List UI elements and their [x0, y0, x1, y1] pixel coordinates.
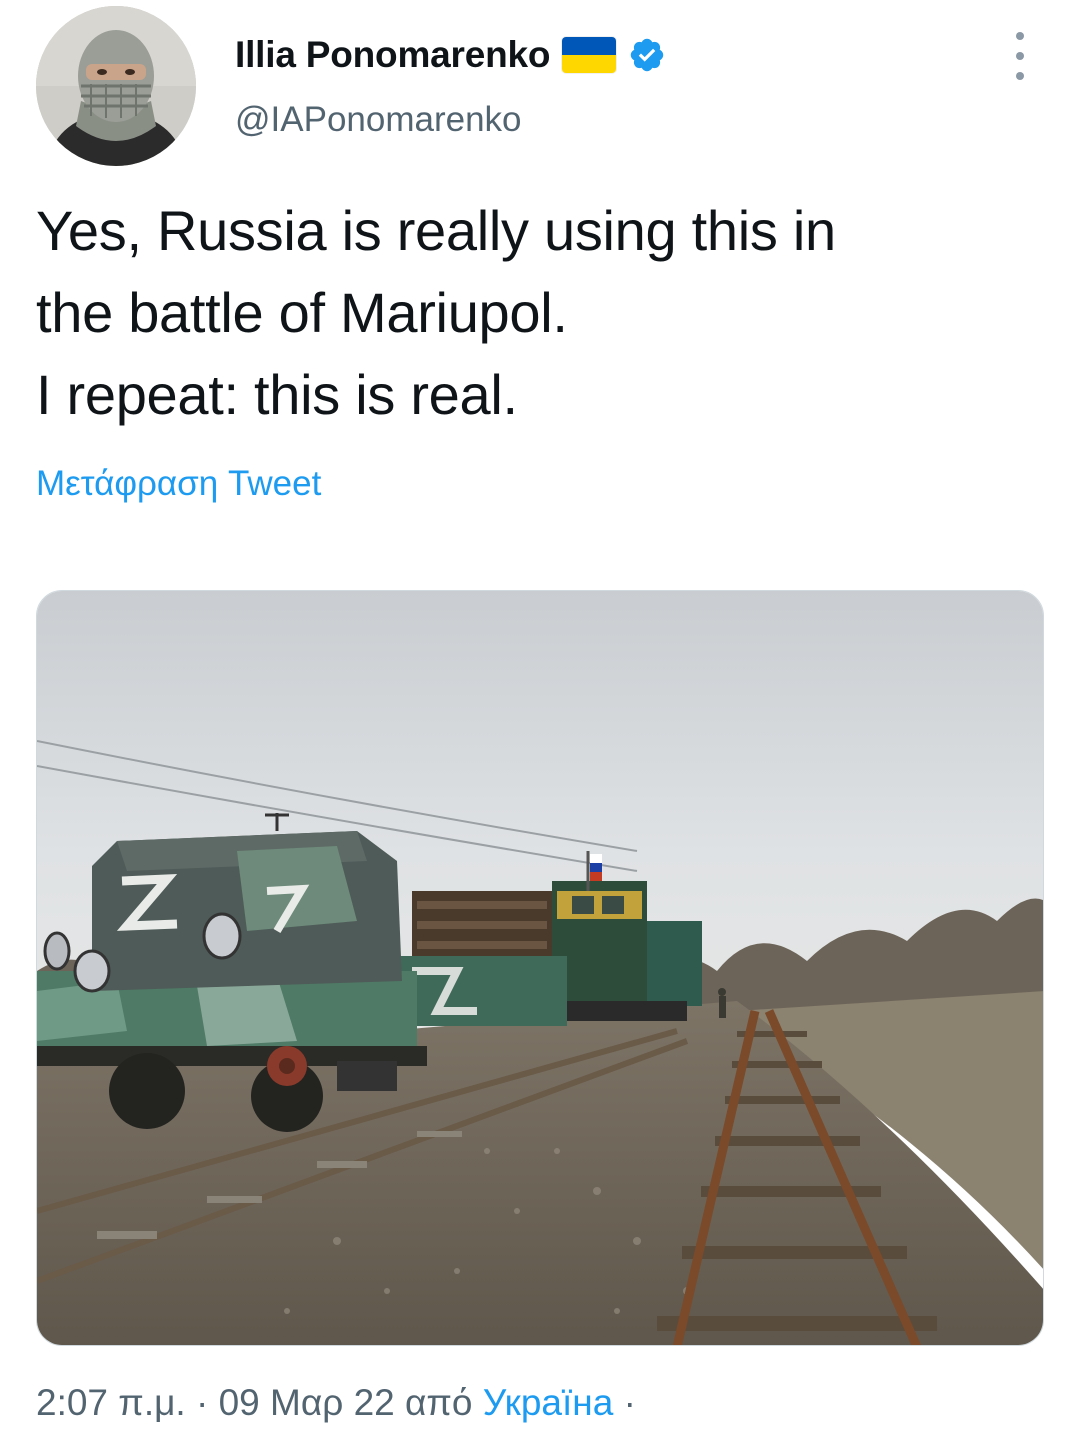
- author-name-row[interactable]: Illia Ponomarenko: [235, 32, 666, 78]
- tweet-media-photo[interactable]: [36, 590, 1044, 1346]
- tweet-time[interactable]: 2:07 π.μ.: [36, 1382, 186, 1423]
- tweet-text: Yes, Russia is really using this in the …: [36, 190, 1046, 436]
- tweet-text-line: Yes, Russia is really using this in: [36, 199, 836, 262]
- ukraine-flag-icon: [562, 37, 617, 73]
- from-label: από: [405, 1382, 473, 1423]
- translate-tweet-link[interactable]: Μετάφραση Tweet: [36, 464, 321, 504]
- tweet: Illia Ponomarenko @IAPonomarenko Yes, Ru…: [0, 0, 1080, 1444]
- verified-badge-icon: [628, 36, 666, 74]
- author-name[interactable]: Illia Ponomarenko: [235, 34, 550, 76]
- author-handle[interactable]: @IAPonomarenko: [235, 100, 522, 140]
- tweet-source-link[interactable]: Україна: [483, 1382, 613, 1423]
- avatar[interactable]: [36, 6, 196, 166]
- meta-trailing-separator: ·: [623, 1382, 636, 1423]
- tweet-text-line: the battle of Mariupol.: [36, 281, 568, 344]
- tweet-meta: 2:07 π.μ. · 09 Μαρ 22 από Україна ·: [36, 1382, 636, 1424]
- tweet-text-line: I repeat: this is real.: [36, 363, 518, 426]
- more-options-icon[interactable]: [1006, 32, 1034, 80]
- tweet-date[interactable]: 09 Μαρ 22: [219, 1382, 395, 1423]
- meta-separator: ·: [195, 1382, 209, 1423]
